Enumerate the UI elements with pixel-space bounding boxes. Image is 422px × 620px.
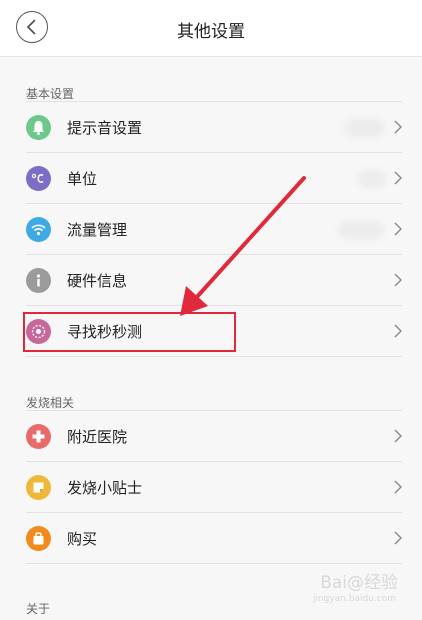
chevron-right-icon xyxy=(394,429,402,443)
setting-row-unit[interactable]: 单位 xyxy=(0,153,422,204)
bell-icon xyxy=(26,115,51,140)
setting-row-sound[interactable]: 提示音设置 xyxy=(0,102,422,153)
setting-label: 单位 xyxy=(67,170,98,188)
celsius-icon xyxy=(26,166,51,191)
top-bar: 其他设置 xyxy=(0,0,422,57)
setting-label: 发烧小贴士 xyxy=(67,479,143,497)
chevron-right-icon xyxy=(394,120,402,134)
section-title-about: 关于 xyxy=(26,602,51,616)
watermark-logo: Bai@经验 xyxy=(320,573,398,593)
chevron-right-icon xyxy=(394,222,402,236)
setting-row-traffic[interactable]: 流量管理 xyxy=(0,204,422,255)
setting-label: 附近医院 xyxy=(67,428,128,446)
watermark-url: jingyan.baidu.com xyxy=(312,594,396,604)
divider xyxy=(26,563,402,564)
chevron-right-icon xyxy=(394,324,402,338)
setting-row-hospital[interactable]: 附近医院 xyxy=(0,411,422,462)
setting-row-buy[interactable]: 购买 xyxy=(0,513,422,564)
setting-label: 硬件信息 xyxy=(67,272,128,290)
setting-label: 购买 xyxy=(67,530,98,548)
annotation-highlight-box xyxy=(23,312,236,352)
wifi-icon xyxy=(26,217,51,242)
info-icon xyxy=(26,268,51,293)
setting-row-tips[interactable]: 发烧小贴士 xyxy=(0,462,422,513)
page-title: 其他设置 xyxy=(177,22,245,42)
chevron-right-icon xyxy=(394,480,402,494)
setting-value-blurred xyxy=(338,221,384,239)
setting-value-blurred xyxy=(344,119,384,137)
shopping-bag-icon xyxy=(26,526,51,551)
chevron-right-icon xyxy=(394,273,402,287)
setting-label: 提示音设置 xyxy=(67,119,143,137)
chevron-right-icon xyxy=(394,531,402,545)
setting-value-blurred xyxy=(358,170,386,188)
setting-row-hardware[interactable]: 硬件信息 xyxy=(0,255,422,306)
hospital-cross-icon xyxy=(26,424,51,449)
section-title-fever: 发烧相关 xyxy=(26,396,75,410)
chevron-right-icon xyxy=(394,171,402,185)
note-icon xyxy=(26,475,51,500)
setting-label: 流量管理 xyxy=(67,221,128,239)
divider xyxy=(26,356,402,357)
section-title-basic: 基本设置 xyxy=(26,87,75,101)
